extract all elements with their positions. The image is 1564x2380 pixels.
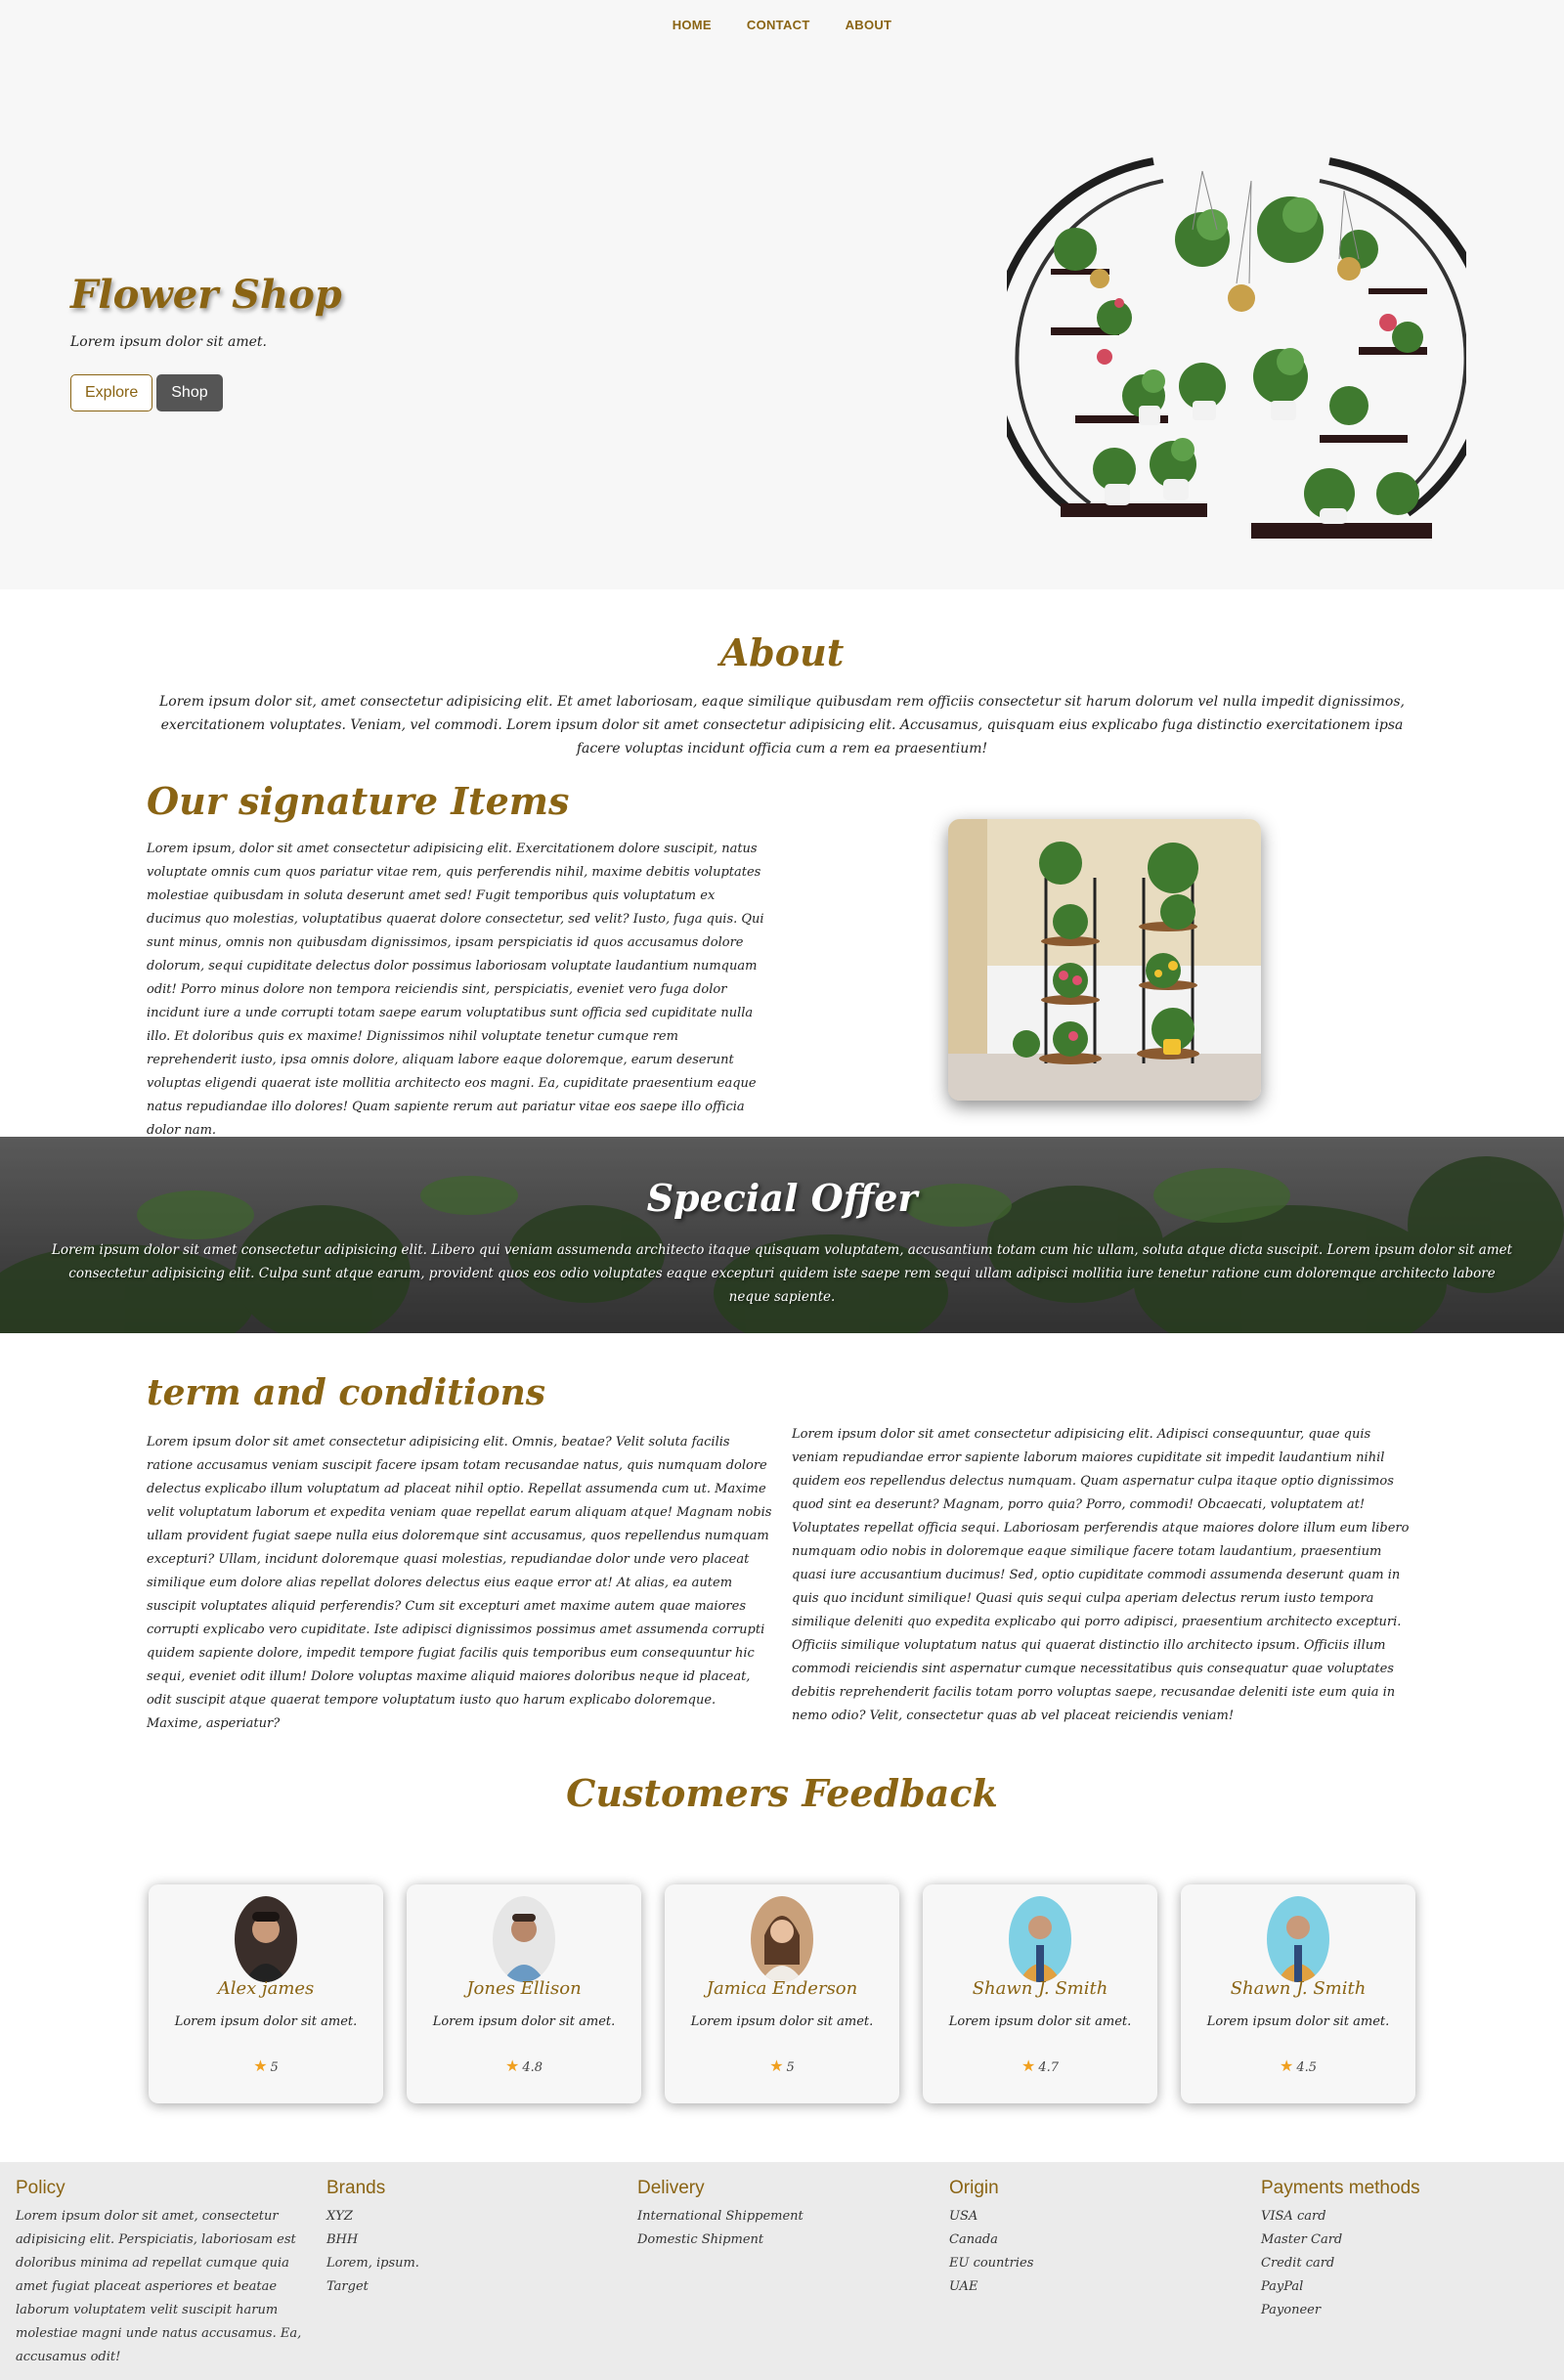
signature-plant-image bbox=[948, 819, 1261, 1101]
star-icon: ★ bbox=[769, 2056, 784, 2075]
footer-delivery-item[interactable]: Domestic Shipment bbox=[637, 2229, 931, 2252]
explore-button[interactable]: Explore bbox=[70, 374, 153, 411]
avatar bbox=[493, 1896, 555, 1982]
customer-rating: ★ 4.8 bbox=[407, 2056, 641, 2075]
customer-comment: Lorem ipsum dolor sit amet. bbox=[432, 2014, 616, 2029]
footer-policy: Policy Lorem ipsum dolor sit amet, conse… bbox=[16, 2178, 309, 2369]
customer-comment: Lorem ipsum dolor sit amet. bbox=[690, 2014, 874, 2029]
feedback-title: Customers Feedback bbox=[566, 1771, 998, 1815]
feedback-card: Alex james Lorem ipsum dolor sit amet. ★… bbox=[149, 1884, 383, 2103]
footer: Policy Lorem ipsum dolor sit amet, conse… bbox=[0, 2162, 1564, 2380]
feedback-cards: Alex james Lorem ipsum dolor sit amet. ★… bbox=[149, 1884, 1415, 2103]
customer-name: Alex james bbox=[217, 1978, 315, 1999]
star-icon: ★ bbox=[1021, 2056, 1036, 2075]
customer-rating: ★ 4.5 bbox=[1181, 2056, 1415, 2075]
rating-value: 4.8 bbox=[522, 2060, 543, 2075]
hero-subtitle: Lorem ipsum dolor sit amet. bbox=[70, 334, 267, 350]
customer-rating: ★ 5 bbox=[665, 2056, 899, 2075]
customer-rating: ★ 5 bbox=[149, 2056, 383, 2075]
top-nav: HOME CONTACT ABOUT bbox=[0, 0, 1564, 49]
about-title: About bbox=[719, 630, 845, 674]
footer-brands: Brands XYZ BHH Lorem, ipsum. Target bbox=[326, 2178, 620, 2299]
customer-rating: ★ 4.7 bbox=[923, 2056, 1157, 2075]
plant-stand-image bbox=[1007, 157, 1466, 539]
customer-name: Jones Ellison bbox=[466, 1978, 582, 1999]
terms-title: term and conditions bbox=[147, 1372, 546, 1413]
about-text: Lorem ipsum dolor sit, amet consectetur … bbox=[158, 694, 1405, 757]
avatar bbox=[235, 1896, 297, 1982]
footer-origin-item[interactable]: USA bbox=[949, 2205, 1242, 2229]
footer-policy-text: Lorem ipsum dolor sit amet, consectetur … bbox=[16, 2209, 302, 2364]
footer-payments-title: Payments methods bbox=[1261, 2178, 1420, 2198]
footer-origin-item[interactable]: EU countries bbox=[949, 2252, 1242, 2275]
footer-brand-item[interactable]: XYZ bbox=[326, 2205, 620, 2229]
rating-value: 4.5 bbox=[1296, 2060, 1318, 2075]
star-icon: ★ bbox=[1279, 2056, 1294, 2075]
avatar bbox=[751, 1896, 813, 1982]
footer-payment-item[interactable]: Credit card bbox=[1261, 2252, 1554, 2275]
footer-origin: Origin USA Canada EU countries UAE bbox=[949, 2178, 1242, 2299]
hero-title: Flower Shop bbox=[70, 272, 342, 318]
footer-origin-item[interactable]: UAE bbox=[949, 2275, 1242, 2299]
customer-comment: Lorem ipsum dolor sit amet. bbox=[1206, 2014, 1390, 2029]
hero-section: Flower Shop Lorem ipsum dolor sit amet. … bbox=[0, 49, 1564, 589]
star-icon: ★ bbox=[253, 2056, 268, 2075]
footer-brand-item[interactable]: BHH bbox=[326, 2229, 620, 2252]
footer-delivery-title: Delivery bbox=[637, 2178, 705, 2198]
footer-payment-item[interactable]: Master Card bbox=[1261, 2229, 1554, 2252]
footer-payment-item[interactable]: VISA card bbox=[1261, 2205, 1554, 2229]
rating-value: 5 bbox=[270, 2060, 279, 2075]
customer-name: Shawn J. Smith bbox=[1230, 1978, 1367, 1999]
footer-payment-item[interactable]: Payoneer bbox=[1261, 2299, 1554, 2322]
customer-comment: Lorem ipsum dolor sit amet. bbox=[948, 2014, 1132, 2029]
footer-origin-title: Origin bbox=[949, 2178, 999, 2198]
feedback-card: Jamica Enderson Lorem ipsum dolor sit am… bbox=[665, 1884, 899, 2103]
footer-payments: Payments methods VISA card Master Card C… bbox=[1261, 2178, 1554, 2322]
footer-delivery-item[interactable]: International Shippement bbox=[637, 2205, 931, 2229]
footer-origin-item[interactable]: Canada bbox=[949, 2229, 1242, 2252]
terms-left-text: Lorem ipsum dolor sit amet consectetur a… bbox=[147, 1435, 772, 1731]
shop-button[interactable]: Shop bbox=[156, 374, 223, 411]
footer-policy-title: Policy bbox=[16, 2178, 65, 2198]
terms-right-text: Lorem ipsum dolor sit amet consectetur a… bbox=[792, 1427, 1410, 1723]
customer-name: Shawn J. Smith bbox=[972, 1978, 1108, 1999]
feedback-card: Shawn J. Smith Lorem ipsum dolor sit ame… bbox=[1181, 1884, 1415, 2103]
customer-name: Jamica Enderson bbox=[706, 1978, 858, 1999]
rating-value: 4.7 bbox=[1038, 2060, 1060, 2075]
feedback-card: Shawn J. Smith Lorem ipsum dolor sit ame… bbox=[923, 1884, 1157, 2103]
footer-brand-item[interactable]: Target bbox=[326, 2275, 620, 2299]
nav-about-link[interactable]: ABOUT bbox=[846, 18, 892, 32]
feedback-card: Jones Ellison Lorem ipsum dolor sit amet… bbox=[407, 1884, 641, 2103]
nav-home-link[interactable]: HOME bbox=[673, 18, 712, 32]
rating-value: 5 bbox=[786, 2060, 795, 2075]
offer-text: Lorem ipsum dolor sit amet consectetur a… bbox=[51, 1242, 1513, 1305]
offer-title: Special Offer bbox=[646, 1176, 918, 1220]
footer-delivery: Delivery International Shippement Domest… bbox=[637, 2178, 931, 2252]
footer-payment-item[interactable]: PayPal bbox=[1261, 2275, 1554, 2299]
signature-text: Lorem ipsum, dolor sit amet consectetur … bbox=[147, 842, 764, 1138]
avatar bbox=[1267, 1896, 1329, 1982]
footer-brand-item[interactable]: Lorem, ipsum. bbox=[326, 2252, 620, 2275]
special-offer-section: Special Offer Lorem ipsum dolor sit amet… bbox=[0, 1137, 1564, 1333]
footer-brands-title: Brands bbox=[326, 2178, 386, 2198]
hero-buttons: Explore Shop bbox=[70, 374, 223, 411]
customer-comment: Lorem ipsum dolor sit amet. bbox=[174, 2014, 358, 2029]
nav-contact-link[interactable]: CONTACT bbox=[747, 18, 810, 32]
avatar bbox=[1009, 1896, 1071, 1982]
signature-title: Our signature Items bbox=[147, 779, 570, 823]
star-icon: ★ bbox=[504, 2056, 520, 2075]
